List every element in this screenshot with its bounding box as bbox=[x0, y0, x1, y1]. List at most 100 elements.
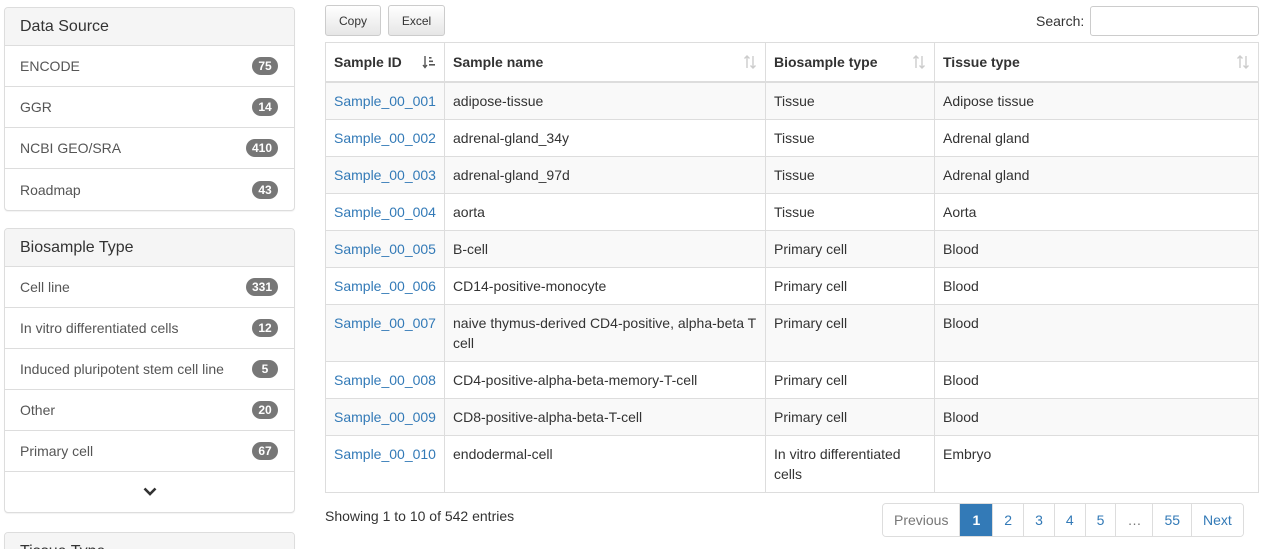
sample-id-link[interactable]: Sample_00_008 bbox=[334, 372, 436, 388]
column-header-sample-id[interactable]: Sample ID bbox=[325, 42, 445, 83]
biosample-item-in-vitro[interactable]: In vitro differentiated cells 12 bbox=[5, 308, 294, 349]
page-button-55[interactable]: 55 bbox=[1152, 504, 1192, 536]
tissue-type-heading: Tissue Type bbox=[5, 533, 294, 549]
sample-id-cell: Sample_00_009 bbox=[325, 397, 445, 436]
sample-name-cell: CD14-positive-monocyte bbox=[444, 266, 766, 305]
sample-name-cell: aorta bbox=[444, 192, 766, 231]
biosample-type-cell: Tissue bbox=[765, 81, 935, 120]
table-row: Sample_00_010 endodermal-cell In vitro d… bbox=[325, 434, 1259, 493]
show-more-button[interactable] bbox=[5, 472, 294, 512]
list-item-label: NCBI GEO/SRA bbox=[20, 140, 122, 156]
sort-both-icon bbox=[913, 54, 925, 69]
count-badge: 67 bbox=[252, 442, 278, 460]
data-source-panel: Data Source ENCODE 75 GGR 14 NCBI GEO/SR… bbox=[4, 7, 295, 211]
chevron-down-icon bbox=[143, 487, 156, 496]
sample-id-cell: Sample_00_003 bbox=[325, 155, 445, 194]
table-info: Showing 1 to 10 of 542 entries bbox=[325, 508, 515, 524]
biosample-type-cell: Primary cell bbox=[765, 303, 935, 362]
tissue-type-cell: Adrenal gland bbox=[934, 118, 1259, 157]
previous-button[interactable]: Previous bbox=[883, 504, 960, 536]
column-header-label: Tissue type bbox=[943, 53, 1020, 70]
biosample-item-primary-cell[interactable]: Primary cell 67 bbox=[5, 431, 294, 472]
sample-id-cell: Sample_00_004 bbox=[325, 192, 445, 231]
list-item-label: Primary cell bbox=[20, 443, 94, 459]
sample-id-link[interactable]: Sample_00_006 bbox=[334, 278, 436, 294]
biosample-item-ipsc[interactable]: Induced pluripotent stem cell line 5 bbox=[5, 349, 294, 390]
page-button-2[interactable]: 2 bbox=[992, 504, 1024, 536]
biosample-type-panel: Biosample Type Cell line 331 In vitro di… bbox=[4, 228, 295, 513]
sample-id-cell: Sample_00_007 bbox=[325, 303, 445, 362]
column-header-label: Sample name bbox=[453, 53, 544, 70]
tissue-type-cell: Blood bbox=[934, 229, 1259, 268]
column-header-biosample-type[interactable]: Biosample type bbox=[765, 42, 935, 83]
table-row: Sample_00_007 naive thymus-derived CD4-p… bbox=[325, 303, 1259, 362]
table-row: Sample_00_004 aorta Tissue Aorta bbox=[325, 192, 1259, 231]
sample-id-link[interactable]: Sample_00_001 bbox=[334, 93, 436, 109]
sample-id-link[interactable]: Sample_00_007 bbox=[334, 315, 436, 331]
table-row: Sample_00_003 adrenal-gland_97d Tissue A… bbox=[325, 155, 1259, 194]
count-badge: 20 bbox=[252, 401, 278, 419]
table-row: Sample_00_005 B-cell Primary cell Blood bbox=[325, 229, 1259, 268]
sort-ascending-icon bbox=[422, 55, 435, 69]
column-header-label: Sample ID bbox=[334, 53, 402, 70]
count-badge: 43 bbox=[252, 180, 278, 199]
sample-id-cell: Sample_00_005 bbox=[325, 229, 445, 268]
biosample-type-cell: Tissue bbox=[765, 155, 935, 194]
page-button-5[interactable]: 5 bbox=[1084, 504, 1116, 536]
sample-id-cell: Sample_00_008 bbox=[325, 360, 445, 399]
tissue-type-cell: Blood bbox=[934, 266, 1259, 305]
table-header-row: Sample ID Sample name Biosample type Tis… bbox=[325, 42, 1259, 83]
biosample-type-cell: Primary cell bbox=[765, 397, 935, 436]
data-source-heading: Data Source bbox=[5, 8, 294, 46]
sample-name-cell: CD4-positive-alpha-beta-memory-T-cell bbox=[444, 360, 766, 399]
data-source-item-ggr[interactable]: GGR 14 bbox=[5, 87, 294, 128]
copy-button[interactable]: Copy bbox=[325, 5, 381, 36]
data-source-item-ncbi[interactable]: NCBI GEO/SRA 410 bbox=[5, 128, 294, 169]
sample-name-cell: CD8-positive-alpha-beta-T-cell bbox=[444, 397, 766, 436]
excel-button[interactable]: Excel bbox=[388, 5, 445, 36]
page-button-4[interactable]: 4 bbox=[1053, 504, 1085, 536]
biosample-item-cell-line[interactable]: Cell line 331 bbox=[5, 267, 294, 308]
sample-name-cell: B-cell bbox=[444, 229, 766, 268]
sample-id-cell: Sample_00_010 bbox=[325, 434, 445, 493]
search-input[interactable] bbox=[1090, 6, 1259, 36]
page-button-3[interactable]: 3 bbox=[1023, 504, 1054, 536]
count-badge: 75 bbox=[252, 57, 278, 75]
sort-both-icon bbox=[1237, 54, 1249, 69]
tissue-type-cell: Adipose tissue bbox=[934, 81, 1259, 120]
page-ellipsis: … bbox=[1115, 504, 1153, 536]
count-badge: 14 bbox=[252, 98, 278, 116]
data-source-item-roadmap[interactable]: Roadmap 43 bbox=[5, 169, 294, 210]
table-row: Sample_00_008 CD4-positive-alpha-beta-me… bbox=[325, 360, 1259, 399]
sample-name-cell: endodermal-cell bbox=[444, 434, 766, 493]
biosample-type-cell: Primary cell bbox=[765, 360, 935, 399]
search-label: Search: bbox=[1036, 13, 1085, 29]
sample-id-link[interactable]: Sample_00_003 bbox=[334, 167, 436, 183]
sample-name-cell: adrenal-gland_34y bbox=[444, 118, 766, 157]
sample-name-cell: adrenal-gland_97d bbox=[444, 155, 766, 194]
sample-id-link[interactable]: Sample_00_010 bbox=[334, 446, 436, 462]
tissue-type-cell: Blood bbox=[934, 303, 1259, 362]
sample-id-link[interactable]: Sample_00_009 bbox=[334, 409, 436, 425]
page-button-1[interactable]: 1 bbox=[959, 504, 993, 536]
tissue-type-cell: Adrenal gland bbox=[934, 155, 1259, 194]
sample-id-link[interactable]: Sample_00_004 bbox=[334, 204, 436, 220]
table-row: Sample_00_002 adrenal-gland_34y Tissue A… bbox=[325, 118, 1259, 157]
sample-id-cell: Sample_00_001 bbox=[325, 81, 445, 120]
list-item-label: Roadmap bbox=[20, 181, 81, 198]
tissue-type-cell: Embryo bbox=[934, 434, 1259, 493]
count-badge: 331 bbox=[245, 278, 278, 296]
biosample-item-other[interactable]: Other 20 bbox=[5, 390, 294, 431]
count-badge: 5 bbox=[252, 360, 278, 378]
data-source-item-encode[interactable]: ENCODE 75 bbox=[5, 46, 294, 87]
list-item-label: Cell line bbox=[20, 279, 70, 295]
next-button[interactable]: Next bbox=[1191, 504, 1243, 536]
sample-id-link[interactable]: Sample_00_002 bbox=[334, 130, 436, 146]
sample-id-cell: Sample_00_002 bbox=[325, 118, 445, 157]
column-header-tissue-type[interactable]: Tissue type bbox=[934, 42, 1259, 83]
column-header-label: Biosample type bbox=[774, 53, 878, 70]
pagination: Previous 1 2 3 4 5 … 55 Next bbox=[882, 503, 1244, 537]
sample-id-link[interactable]: Sample_00_005 bbox=[334, 241, 436, 257]
column-header-sample-name[interactable]: Sample name bbox=[444, 42, 766, 83]
biosample-type-cell: Tissue bbox=[765, 192, 935, 231]
